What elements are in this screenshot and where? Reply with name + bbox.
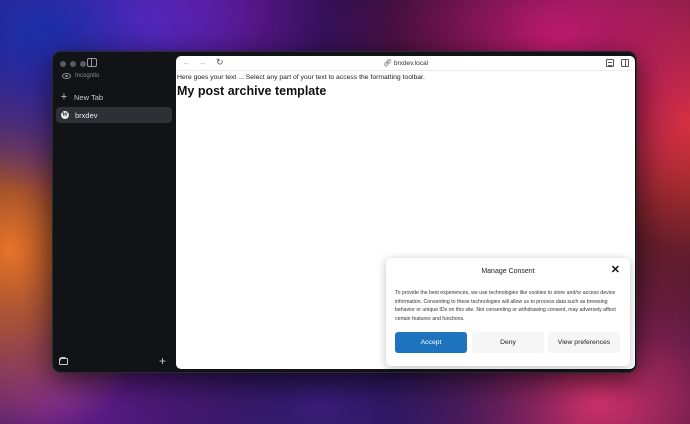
incognito-indicator: Incognito xyxy=(62,73,99,79)
view-preferences-button[interactable]: View preferences xyxy=(548,332,620,353)
close-window-button[interactable] xyxy=(60,61,66,67)
plus-icon: + xyxy=(60,91,68,103)
url-text: brxdev.local xyxy=(393,60,429,67)
deny-button[interactable]: Deny xyxy=(472,332,544,353)
address-bar: ← → ↻ 🔗︎ brxdev.local xyxy=(176,56,635,71)
minimize-window-button[interactable] xyxy=(70,61,76,67)
archive-icon[interactable] xyxy=(59,357,68,365)
page-title: My post archive template xyxy=(177,84,327,98)
reader-mode-icon[interactable] xyxy=(606,59,614,67)
consent-title: Manage Consent xyxy=(481,268,535,275)
url-field[interactable]: 🔗︎ brxdev.local xyxy=(176,59,635,67)
new-tab-label: New Tab xyxy=(74,93,104,102)
browser-sidebar: Incognito + New Tab W brxdev + xyxy=(53,52,175,372)
intro-text: Here goes your text ... Select any part … xyxy=(177,74,425,81)
window-controls xyxy=(60,61,86,67)
link-icon: 🔗︎ xyxy=(382,60,392,67)
sidebar-toggle-icon[interactable] xyxy=(87,58,97,67)
consent-body: To provide the best experiences, we use … xyxy=(395,290,616,322)
wordpress-icon: W xyxy=(61,111,69,119)
close-icon[interactable]: ✕ xyxy=(611,265,620,276)
eye-icon xyxy=(62,73,71,79)
accept-button[interactable]: Accept xyxy=(395,332,467,353)
add-icon[interactable]: + xyxy=(159,355,166,367)
tab-label: brxdev xyxy=(75,110,98,120)
incognito-label: Incognito xyxy=(75,73,100,79)
consent-dialog: Manage Consent ✕ To provide the best exp… xyxy=(386,258,630,366)
new-tab-button[interactable]: + New Tab xyxy=(60,92,103,103)
zoom-window-button[interactable] xyxy=(80,61,86,67)
page-content: Here goes your text ... Select any part … xyxy=(176,74,635,98)
sidebar-tab-brxdev[interactable]: W brxdev xyxy=(56,107,172,123)
split-view-icon[interactable] xyxy=(621,59,629,67)
